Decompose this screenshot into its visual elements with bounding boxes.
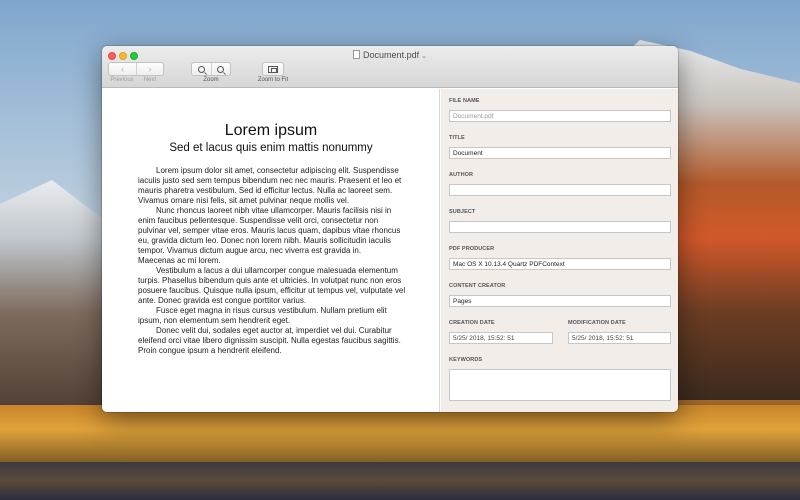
wallpaper-trees: [0, 405, 800, 465]
document-paragraph: Fusce eget magna in risus cursus vestibu…: [138, 306, 387, 325]
pdf-producer-label: PDF PRODUCER: [449, 246, 495, 252]
wallpaper-lake: [0, 462, 800, 500]
subject-label: SUBJECT: [449, 209, 476, 215]
zoom-to-fit-button[interactable]: [262, 62, 284, 76]
creation-date-field[interactable]: 5/25/ 2018, 15:52: 51: [449, 332, 553, 344]
document-paragraph: Nunc rhoncus laoreet nibh vitae ullamcor…: [138, 206, 401, 255]
title-label: TITLE: [449, 135, 465, 141]
creation-date-label: CREATION DATE: [449, 320, 495, 326]
zoom-out-button[interactable]: [192, 63, 211, 75]
document-paragraph: Maecenas ac mi lorem.: [138, 256, 221, 265]
next-button[interactable]: ›: [135, 63, 163, 75]
zoom-to-fit-label: Zoom to Fit: [257, 77, 289, 83]
document-subtitle: Sed et lacus quis enim mattis nonummy: [169, 142, 373, 154]
pdf-producer-field[interactable]: Mac OS X 10.13.4 Quartz PDFContext: [449, 258, 671, 270]
chevron-down-icon: ⌄: [421, 53, 427, 60]
content-creator-field[interactable]: Pages: [449, 295, 671, 307]
content-creator-label: CONTENT CREATOR: [449, 283, 506, 289]
zoom-to-fit-icon: [268, 65, 278, 73]
keywords-field[interactable]: [449, 369, 671, 401]
app-window: Document.pdf ⌄ ‹ › Previous Next Zoom Zoo…: [102, 46, 678, 412]
file-name-field[interactable]: Document.pdf: [449, 110, 671, 122]
chevron-right-icon: ›: [148, 64, 152, 74]
previous-button[interactable]: ‹: [109, 63, 136, 75]
window-title-text: Document.pdf: [363, 50, 420, 60]
document-viewer[interactable]: Lorem ipsum Sed et lacus quis enim matti…: [102, 89, 440, 412]
document-body: Lorem ipsum dolor sit amet, consectetur …: [138, 166, 406, 356]
file-name-label: FILE NAME: [449, 98, 480, 104]
document-paragraph: Lorem ipsum dolor sit amet, consectetur …: [138, 166, 402, 205]
chevron-left-icon: ‹: [120, 64, 124, 74]
title-field[interactable]: Document: [449, 147, 671, 159]
zoom-in-button[interactable]: [210, 63, 230, 75]
document-paragraph: Donec velit dui, sodales eget auctor at,…: [138, 326, 401, 355]
metadata-inspector: FILE NAME Document.pdf TITLE Document AU…: [441, 89, 678, 412]
keywords-label: KEYWORDS: [449, 357, 483, 363]
document-title: Lorem ipsum: [224, 122, 318, 139]
modification-date-field[interactable]: 5/25/ 2018, 15:52: 51: [568, 332, 671, 344]
zoom-segmented-control: [191, 62, 231, 76]
doc-icon: [353, 50, 361, 59]
document-paragraph: Vestibulum a lacus a dui ullamcorper con…: [138, 266, 406, 305]
author-label: AUTHOR: [449, 172, 474, 178]
author-field[interactable]: [449, 184, 671, 196]
navigation-segmented-control: ‹ ›: [108, 62, 164, 76]
window-title[interactable]: Document.pdf ⌄: [102, 50, 678, 60]
next-label: Next: [143, 77, 157, 83]
zoom-out-icon: [197, 65, 205, 73]
zoom-label: Zoom: [203, 77, 219, 83]
zoom-in-icon: [217, 65, 225, 73]
subject-field[interactable]: [449, 221, 671, 233]
previous-label: Previous: [110, 77, 134, 83]
modification-date-label: MODIFICATION DATE: [568, 320, 626, 326]
title-bar: Document.pdf ⌄ ‹ › Previous Next Zoom Zoo…: [102, 46, 678, 88]
